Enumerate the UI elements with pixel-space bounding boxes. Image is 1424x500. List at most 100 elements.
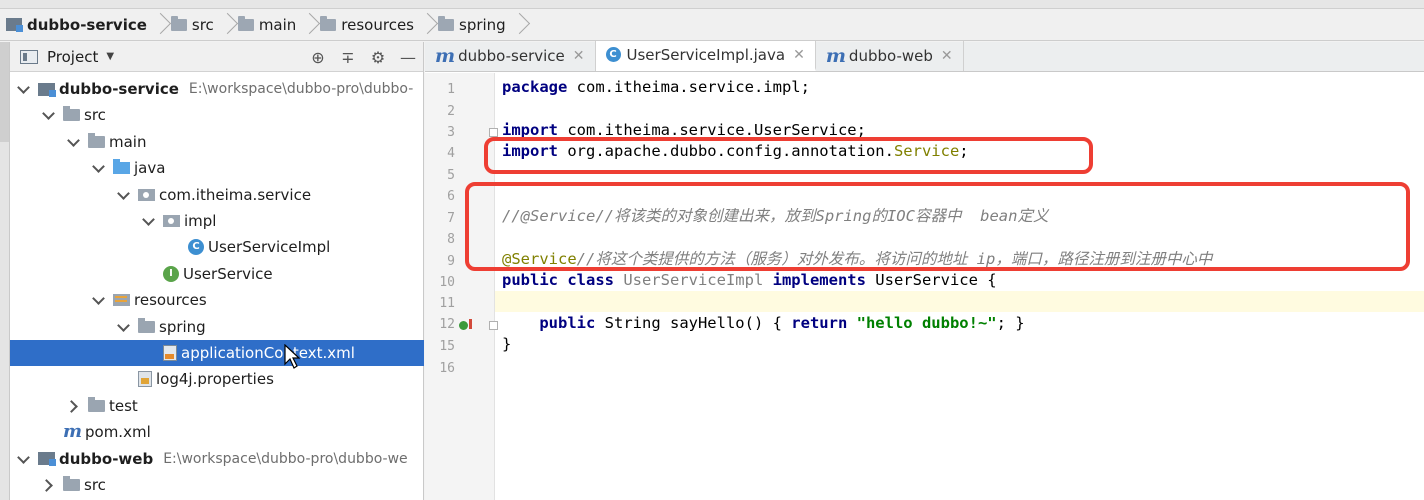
chevron-down-icon[interactable] [41, 108, 55, 122]
line-number: 16 [439, 361, 455, 376]
line-number: 3 [447, 125, 455, 140]
tab-userserviceimpl-java[interactable]: C UserServiceImpl.java ✕ [595, 41, 816, 71]
tree-item-path: E:\workspace\dubbo-pro\dubbo-we [163, 450, 408, 467]
chevron-down-icon[interactable] [66, 135, 80, 149]
chevron-down-icon[interactable]: ▼ [106, 51, 114, 62]
fold-marker-icon[interactable] [489, 128, 498, 137]
package-icon [163, 215, 180, 227]
chevron-down-icon[interactable] [16, 82, 30, 96]
chevron-down-icon[interactable] [116, 188, 130, 202]
tree-item-label: UserServiceImpl [208, 238, 331, 257]
line-number: 10 [439, 275, 455, 290]
tree-item[interactable]: log4j.properties [10, 366, 424, 392]
tree-item[interactable]: impl [10, 208, 424, 234]
project-panel-title[interactable]: Project [47, 48, 98, 66]
folder-icon [170, 15, 187, 31]
chevron-down-icon[interactable] [91, 161, 105, 175]
folder-icon [438, 15, 454, 31]
module-icon [6, 18, 23, 32]
tree-item[interactable]: test [10, 393, 424, 419]
chevron-down-icon[interactable] [116, 320, 130, 334]
chevron-down-icon[interactable] [141, 214, 155, 228]
line-number: 2 [447, 104, 455, 119]
chevron-right-icon[interactable] [66, 399, 80, 413]
line-number: 1 [447, 82, 455, 97]
resources-folder-icon [320, 15, 337, 31]
editor-area: m dubbo-service ✕ C UserServiceImpl.java… [425, 41, 1424, 500]
xml-file-icon [163, 345, 177, 361]
close-icon[interactable]: ✕ [793, 47, 805, 63]
line-number: 8 [447, 232, 455, 247]
chevron-down-icon[interactable] [91, 293, 105, 307]
close-icon[interactable]: ✕ [941, 48, 953, 64]
locate-icon[interactable]: ⊕ [303, 48, 333, 67]
tree-item[interactable]: dubbo-web E:\workspace\dubbo-pro\dubbo-we [10, 446, 424, 472]
tree-item[interactable]: resources [10, 287, 424, 313]
line-number: 15 [439, 339, 455, 354]
breadcrumb-separator [155, 9, 165, 41]
tab-dubbo-service[interactable]: m dubbo-service ✕ [425, 41, 596, 71]
tree-item-label: UserService [183, 264, 273, 283]
line-number: 11 [439, 296, 455, 311]
module-icon [38, 452, 56, 467]
fold-marker-icon[interactable] [489, 321, 498, 330]
breadcrumb-item-dubbo-service[interactable]: dubbo-service [0, 9, 155, 41]
tree-item[interactable]: com.itheima.service [10, 182, 424, 208]
folder-icon [237, 15, 254, 31]
tree-item[interactable]: I UserService [10, 261, 424, 287]
project-panel: Project ▼ ⊕ ∓ ⚙ — dubbo-service E:\worksp… [10, 42, 424, 500]
tree-item-label: spring [159, 317, 206, 336]
tree-item[interactable]: spring [10, 314, 424, 340]
highlight-box-import [484, 137, 1093, 174]
interface-icon: I [163, 265, 179, 282]
project-view-icon [20, 49, 38, 64]
tree-item[interactable]: m pom.xml [10, 419, 424, 445]
override-arrow-icon[interactable] [469, 319, 472, 329]
highlight-box-annotations [465, 182, 1410, 271]
breadcrumb-item-main[interactable]: main [232, 9, 304, 41]
tree-item[interactable]: java [10, 155, 424, 181]
tree-item-label: src [84, 476, 106, 494]
gear-icon[interactable]: ⚙ [363, 48, 393, 67]
breadcrumb-separator [304, 9, 314, 41]
tree-item[interactable]: src [10, 102, 424, 128]
breadcrumb-item-spring[interactable]: spring [432, 9, 514, 41]
tree-item-label: resources [134, 291, 207, 310]
line-number: 4 [447, 146, 455, 161]
tree-item[interactable]: dubbo-service E:\workspace\dubbo-pro\dubb… [10, 76, 424, 102]
code-line-15: } [502, 335, 512, 353]
tree-item-label: test [109, 396, 138, 415]
source-folder-icon [113, 159, 130, 175]
collapse-all-icon[interactable]: ∓ [333, 48, 363, 67]
maven-icon: m [63, 421, 83, 443]
tree-item[interactable]: applicationContext.xml [10, 340, 424, 366]
tree-item[interactable]: main [10, 129, 424, 155]
tree-item[interactable]: C UserServiceImpl [10, 234, 424, 260]
code-line-10: public class UserServiceImpl implements … [502, 271, 997, 289]
folder-icon [88, 132, 105, 148]
properties-file-icon [138, 371, 152, 388]
left-tool-strip [0, 42, 10, 500]
tree-item-label: java [134, 159, 166, 178]
tree-item-label: main [109, 132, 147, 151]
chevron-right-icon[interactable] [41, 478, 55, 492]
line-number: 7 [447, 211, 455, 226]
close-icon[interactable]: ✕ [573, 48, 585, 64]
tree-item-label: com.itheima.service [159, 185, 312, 204]
tree-item[interactable]: src [10, 472, 424, 498]
tree-item-label: dubbo-service [59, 80, 179, 98]
breadcrumb-separator [422, 9, 432, 41]
code-line-1: package com.itheima.service.impl; [502, 78, 810, 96]
folder-icon [138, 317, 155, 333]
folder-icon [63, 476, 80, 491]
implementation-gutter-icon[interactable] [459, 321, 468, 330]
project-tool-tab[interactable] [0, 42, 9, 142]
breadcrumb-item-src[interactable]: src [165, 9, 222, 41]
breadcrumb-item-resources[interactable]: resources [314, 9, 422, 41]
minimize-icon[interactable]: — [393, 48, 423, 67]
package-icon [138, 188, 155, 201]
breadcrumb-separator [222, 9, 232, 41]
folder-icon [88, 396, 105, 412]
chevron-down-icon[interactable] [16, 452, 30, 466]
tab-dubbo-web[interactable]: m dubbo-web ✕ [816, 41, 964, 71]
